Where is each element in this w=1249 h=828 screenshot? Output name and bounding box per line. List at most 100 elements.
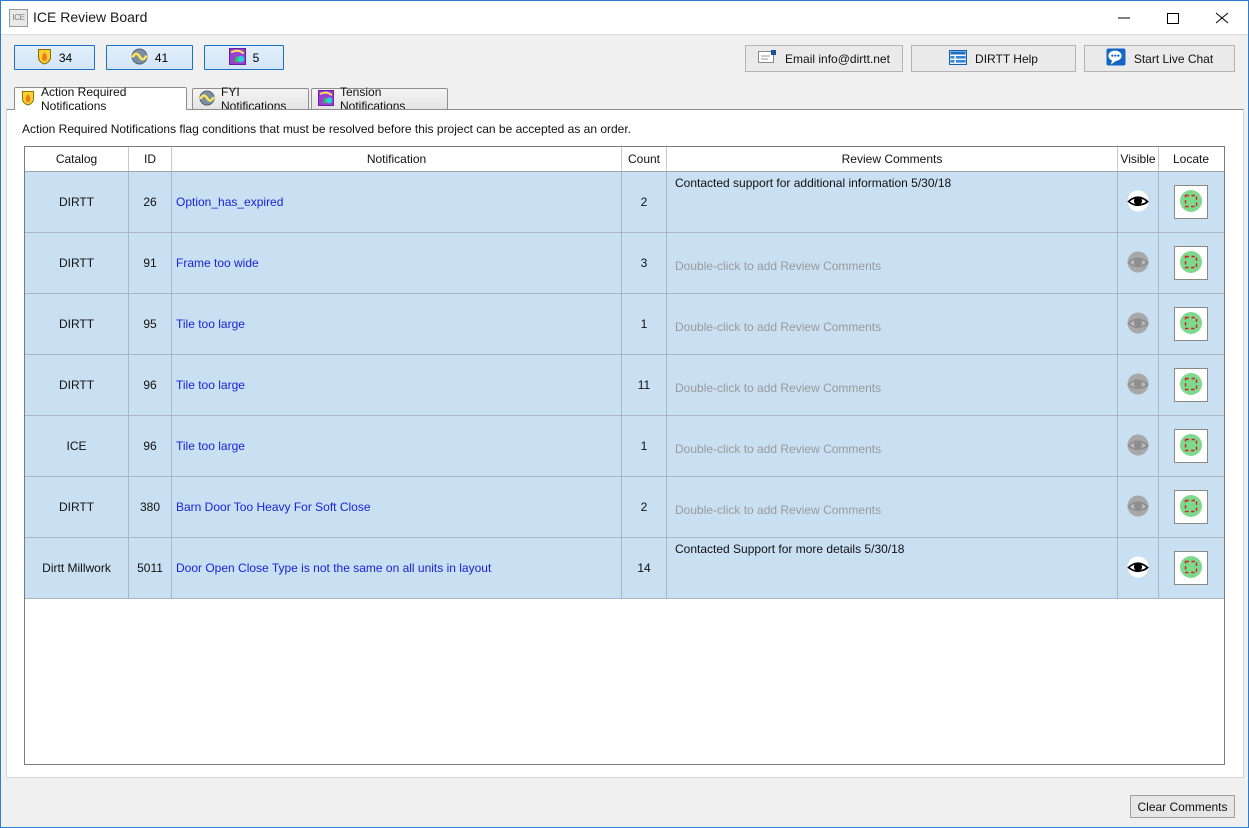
eye-hidden-icon[interactable] xyxy=(1125,373,1151,398)
notification-link[interactable]: Tile too large xyxy=(176,439,245,453)
review-comment-placeholder[interactable]: Double-click to add Review Comments xyxy=(675,481,1117,517)
review-comment-text[interactable]: Contacted support for additional informa… xyxy=(675,176,1117,190)
locate-button[interactable] xyxy=(1174,246,1208,280)
locate-target-icon xyxy=(1178,371,1204,400)
locate-button[interactable] xyxy=(1174,307,1208,341)
eye-hidden-icon[interactable] xyxy=(1125,495,1151,520)
locate-button[interactable] xyxy=(1174,551,1208,585)
locate-button[interactable] xyxy=(1174,185,1208,219)
clear-comments-button[interactable]: Clear Comments xyxy=(1130,795,1235,818)
minimize-icon[interactable] xyxy=(1102,1,1148,33)
cell-id: 96 xyxy=(129,416,172,476)
locate-button[interactable] xyxy=(1174,490,1208,524)
cell-notification[interactable]: Door Open Close Type is not the same on … xyxy=(172,538,622,598)
review-comment-placeholder[interactable]: Double-click to add Review Comments xyxy=(675,420,1117,456)
cell-review-comments[interactable]: Double-click to add Review Comments xyxy=(667,294,1118,354)
locate-target-icon xyxy=(1178,432,1204,461)
cell-review-comments[interactable]: Double-click to add Review Comments xyxy=(667,477,1118,537)
review-comment-placeholder[interactable]: Double-click to add Review Comments xyxy=(675,359,1117,395)
cell-visible[interactable] xyxy=(1118,294,1159,354)
cell-locate[interactable] xyxy=(1159,172,1223,232)
cell-locate[interactable] xyxy=(1159,477,1223,537)
cell-review-comments[interactable]: Double-click to add Review Comments xyxy=(667,233,1118,293)
table-row[interactable]: DIRTT 96 Tile too large 11 Double-click to a… xyxy=(25,355,1224,416)
cell-id: 96 xyxy=(129,355,172,415)
cell-notification[interactable]: Frame too wide xyxy=(172,233,622,293)
locate-button[interactable] xyxy=(1174,368,1208,402)
fyi-circle-icon xyxy=(199,89,215,109)
cell-review-comments[interactable]: Double-click to add Review Comments xyxy=(667,355,1118,415)
cell-notification[interactable]: Barn Door Too Heavy For Soft Close xyxy=(172,477,622,537)
cell-visible[interactable] xyxy=(1118,477,1159,537)
cell-locate[interactable] xyxy=(1159,294,1223,354)
counter-tension[interactable]: 5 xyxy=(204,45,284,70)
notification-link[interactable]: Tile too large xyxy=(176,378,245,392)
table-row[interactable]: DIRTT 26 Option_has_expired 2 Contacted supp… xyxy=(25,172,1224,233)
cell-count: 1 xyxy=(622,294,667,354)
cell-visible[interactable] xyxy=(1118,172,1159,232)
content-panel: Action Required Notifications flag condi… xyxy=(6,109,1244,778)
column-header-visible[interactable]: Visible xyxy=(1118,147,1159,171)
column-header-id[interactable]: ID xyxy=(129,147,172,171)
cell-visible[interactable] xyxy=(1118,355,1159,415)
maximize-icon[interactable] xyxy=(1151,1,1197,33)
table-row[interactable]: Dirtt Millwork 5011 Door Open Close Type i… xyxy=(25,538,1224,599)
cell-notification[interactable]: Option_has_expired xyxy=(172,172,622,232)
counter-action-required[interactable]: 34 xyxy=(14,45,95,70)
eye-hidden-icon[interactable] xyxy=(1125,434,1151,459)
table-row[interactable]: DIRTT 380 Barn Door Too Heavy For Soft Clo… xyxy=(25,477,1224,538)
table-row[interactable]: DIRTT 95 Tile too large 1 Double-click to ad… xyxy=(25,294,1224,355)
eye-hidden-icon[interactable] xyxy=(1125,312,1151,337)
grid-header-row: Catalog ID Notification Count Review Com… xyxy=(25,147,1224,172)
cell-locate[interactable] xyxy=(1159,355,1223,415)
counter-fyi-value: 41 xyxy=(154,50,169,65)
dirtt-help-button[interactable]: DIRTT Help xyxy=(911,45,1076,72)
cell-review-comments[interactable]: Contacted Support for more details 5/30/… xyxy=(667,538,1118,598)
notification-link[interactable]: Frame too wide xyxy=(176,256,259,270)
review-comment-placeholder[interactable]: Double-click to add Review Comments xyxy=(675,237,1117,273)
eye-visible-icon[interactable] xyxy=(1125,190,1151,215)
close-icon[interactable] xyxy=(1200,1,1246,33)
column-header-count[interactable]: Count xyxy=(622,147,667,171)
cell-notification[interactable]: Tile too large xyxy=(172,294,622,354)
table-row[interactable]: DIRTT 91 Frame too wide 3 Double-click to ad… xyxy=(25,233,1224,294)
tab-fyi-notifications[interactable]: FYI Notifications xyxy=(192,85,309,113)
cell-visible[interactable] xyxy=(1118,538,1159,598)
cell-id: 380 xyxy=(129,477,172,537)
table-row[interactable]: ICE 96 Tile too large 1 Double-click to add … xyxy=(25,416,1224,477)
cell-locate[interactable] xyxy=(1159,416,1223,476)
cell-locate[interactable] xyxy=(1159,538,1223,598)
email-dirtt-label: Email info@dirtt.net xyxy=(785,51,890,66)
notification-link[interactable]: Option_has_expired xyxy=(176,195,283,209)
cell-id: 91 xyxy=(129,233,172,293)
cell-notification[interactable]: Tile too large xyxy=(172,416,622,476)
counter-action-required-value: 34 xyxy=(58,50,73,65)
cell-count: 3 xyxy=(622,233,667,293)
column-header-catalog[interactable]: Catalog xyxy=(25,147,129,171)
cell-review-comments[interactable]: Double-click to add Review Comments xyxy=(667,416,1118,476)
notification-link[interactable]: Tile too large xyxy=(176,317,245,331)
tab-tension-notifications[interactable]: Tension Notifications xyxy=(311,85,448,113)
column-header-review-comments[interactable]: Review Comments xyxy=(667,147,1118,171)
cell-id: 95 xyxy=(129,294,172,354)
notification-link[interactable]: Door Open Close Type is not the same on … xyxy=(176,561,491,575)
cell-review-comments[interactable]: Contacted support for additional informa… xyxy=(667,172,1118,232)
start-live-chat-button[interactable]: Start Live Chat xyxy=(1084,45,1235,72)
column-header-notification[interactable]: Notification xyxy=(172,147,622,171)
cell-count: 2 xyxy=(622,172,667,232)
counter-fyi[interactable]: 41 xyxy=(106,45,193,70)
notification-link[interactable]: Barn Door Too Heavy For Soft Close xyxy=(176,500,371,514)
email-dirtt-button[interactable]: Email info@dirtt.net xyxy=(745,45,903,72)
eye-visible-icon[interactable] xyxy=(1125,556,1151,581)
cell-id: 5011 xyxy=(129,538,172,598)
locate-button[interactable] xyxy=(1174,429,1208,463)
review-comment-text[interactable]: Contacted Support for more details 5/30/… xyxy=(675,542,1117,556)
column-header-locate[interactable]: Locate xyxy=(1159,147,1223,171)
tab-action-required-notifications[interactable]: Action Required Notifications xyxy=(14,85,187,113)
eye-hidden-icon[interactable] xyxy=(1125,251,1151,276)
cell-visible[interactable] xyxy=(1118,233,1159,293)
cell-notification[interactable]: Tile too large xyxy=(172,355,622,415)
cell-locate[interactable] xyxy=(1159,233,1223,293)
cell-visible[interactable] xyxy=(1118,416,1159,476)
review-comment-placeholder[interactable]: Double-click to add Review Comments xyxy=(675,298,1117,334)
